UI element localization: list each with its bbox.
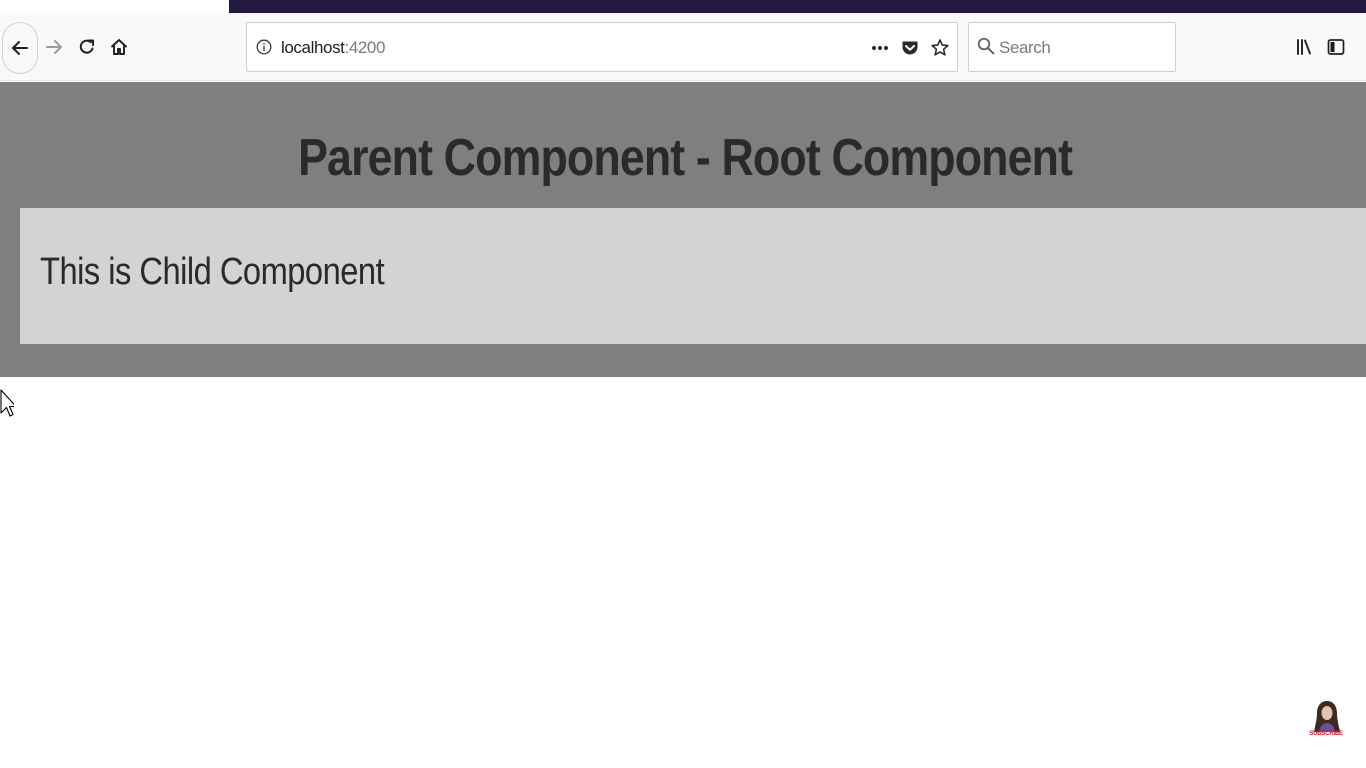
window-titlebar-strip (229, 0, 1366, 13)
child-component-text: This is Child Component (40, 251, 385, 293)
url-text[interactable]: localhost:4200 (281, 37, 385, 59)
watermark-label: SUBSCRIBE (1309, 731, 1343, 737)
child-component: This is Child Component (20, 208, 1366, 344)
back-button[interactable] (2, 22, 38, 74)
sidebar-toggle-button[interactable] (1324, 35, 1348, 59)
page-actions-button[interactable] (869, 36, 891, 60)
subscribe-watermark[interactable]: SUBSCRIBE (1304, 700, 1348, 742)
bookmark-star-button[interactable] (929, 36, 951, 60)
sidebar-icon (1327, 39, 1345, 55)
forward-button[interactable] (42, 35, 66, 59)
url-host: localhost (281, 38, 345, 57)
avatar-icon (1314, 701, 1340, 732)
address-bar[interactable]: localhost:4200 (246, 22, 958, 72)
url-port: :4200 (344, 38, 386, 57)
library-button[interactable] (1292, 35, 1316, 59)
parent-component: Parent Component - Root Component This i… (0, 82, 1366, 377)
pocket-button[interactable] (899, 36, 921, 60)
search-bar[interactable] (968, 22, 1176, 72)
reload-icon (79, 39, 94, 54)
mouse-pointer-icon (0, 389, 14, 417)
home-icon (111, 39, 127, 55)
page-actions (869, 35, 951, 61)
arrow-left-icon (12, 41, 28, 55)
magnifier-icon (977, 37, 995, 55)
star-icon (931, 39, 949, 56)
arrow-right-icon (46, 40, 62, 54)
parent-component-title: Parent Component - Root Component (298, 129, 1073, 187)
pocket-icon (902, 41, 918, 55)
home-button[interactable] (107, 35, 131, 59)
library-icon (1297, 39, 1311, 55)
search-input[interactable] (999, 36, 1169, 60)
reload-button[interactable] (75, 35, 99, 59)
browser-toolbar: localhost:4200 (0, 13, 1366, 81)
ellipsis-icon (872, 46, 888, 50)
info-circle-icon[interactable] (256, 39, 272, 55)
